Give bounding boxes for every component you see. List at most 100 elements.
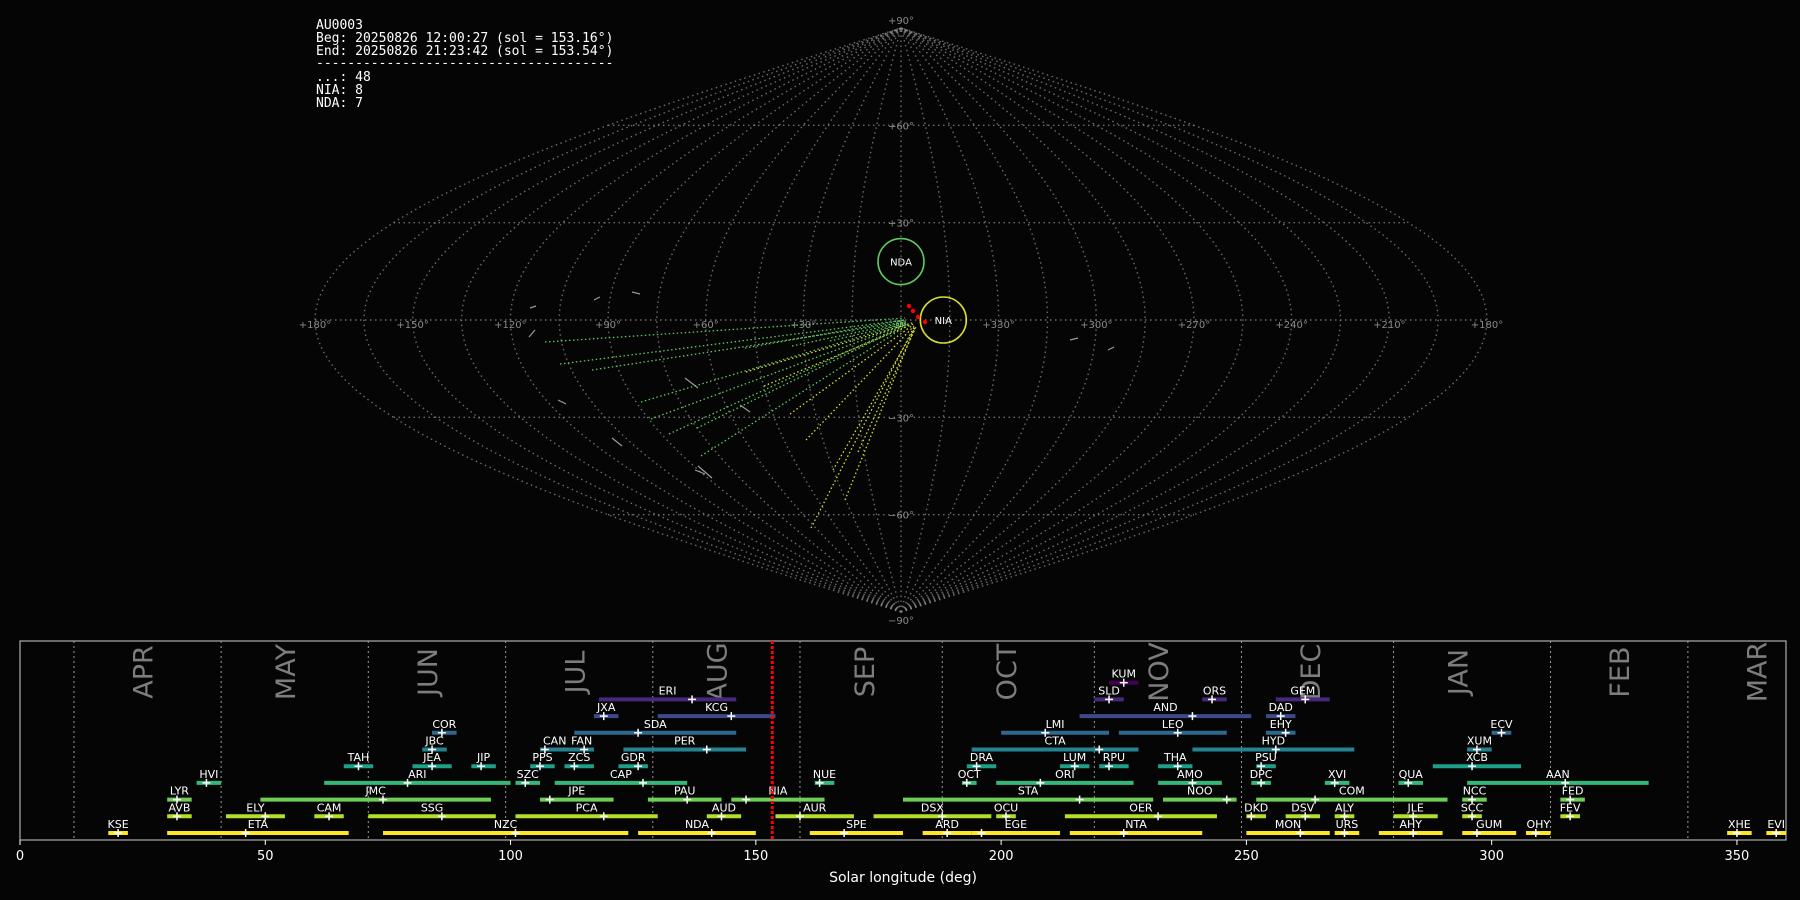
latitude-tick-label: +90° (888, 16, 914, 27)
longitude-tick-label: +30° (790, 320, 816, 331)
radiant-label-nda: NDA (890, 258, 912, 269)
shower-label: ZCS (568, 751, 590, 764)
longitude-tick-label: +60° (693, 320, 719, 331)
longitude-tick-label: +210° (1373, 320, 1405, 331)
station-info: AU0003 Beg: 20250826 12:00:27 (sol = 153… (316, 18, 613, 111)
shower-label: ARI (408, 768, 426, 781)
x-axis-label: Solar longitude (deg) (829, 870, 977, 886)
shower-label: XHE (1728, 818, 1751, 831)
shower-label: OER (1129, 801, 1153, 814)
shower-label: ELY (246, 801, 265, 814)
nia-meteor-trail (857, 326, 917, 453)
month-label-mar: MAR (1743, 642, 1774, 703)
longitude-tick-label: +180° (1471, 320, 1503, 331)
unassociated-meteor-trail (557, 399, 567, 405)
shower-label: GDR (621, 751, 646, 764)
shower-label: DPC (1250, 768, 1273, 781)
shower-label: URS (1336, 818, 1359, 831)
month-label-oct: OCT (992, 643, 1023, 700)
unassociated-meteor-trail (529, 305, 537, 309)
shower-label: ALY (1335, 801, 1354, 814)
shower-label: XVI (1328, 768, 1346, 781)
shower-label: CAN (543, 735, 566, 748)
shower-label: ORS (1203, 684, 1226, 697)
shower-label: KSE (108, 818, 129, 831)
shower-label: MON (1275, 818, 1301, 831)
shower-label: EGE (1005, 818, 1027, 831)
longitude-tick-label: +240° (1275, 320, 1307, 331)
nda-meteor-trail (696, 324, 907, 429)
month-label-jul: JUL (560, 651, 591, 696)
sun-marker (906, 303, 912, 309)
shower-label: LEO (1162, 718, 1184, 731)
nda-meteor-trail (700, 324, 909, 457)
shower-label: AND (1153, 701, 1177, 714)
shower-label: STA (1018, 785, 1039, 798)
nia-meteor-trail (745, 322, 913, 373)
shower-label: NOO (1187, 785, 1213, 798)
shower-label: OCT (958, 768, 981, 781)
shower-label: XCB (1466, 751, 1488, 764)
longitude-tick-label: +330° (982, 320, 1014, 331)
unassociated-meteor-trail (611, 437, 623, 447)
shower-label: DSX (921, 801, 944, 814)
month-label-feb: FEB (1605, 646, 1636, 697)
latitude-tick-label: −90° (888, 616, 914, 627)
shower-label: CAM (317, 801, 342, 814)
shower-label: JLE (1406, 801, 1423, 814)
month-label-apr: APR (129, 645, 160, 699)
longitude-tick-label: +90° (595, 320, 621, 331)
shower-label: OHY (1526, 818, 1550, 831)
count-nda: NDA: 7 (316, 96, 363, 111)
shower-label: LYR (170, 785, 189, 798)
latitude-tick-label: −30° (888, 413, 914, 424)
shower-label: HVI (199, 768, 218, 781)
shower-label: LMI (1046, 718, 1065, 731)
shower-label: CTA (1045, 735, 1067, 748)
shower-label: KUM (1112, 668, 1136, 681)
shower-label: PAU (674, 785, 696, 798)
month-label-nov: NOV (1144, 642, 1175, 702)
shower-label: FED (1562, 785, 1584, 798)
radiant-label-nia: NIA (935, 316, 952, 327)
shower-label: AUD (712, 801, 736, 814)
unassociated-meteor-trail (593, 296, 601, 301)
shower-label: SPE (846, 818, 867, 831)
month-label-jan: JAN (1443, 649, 1474, 697)
x-tick-label: 50 (257, 849, 274, 864)
shower-label: DAD (1269, 701, 1293, 714)
unassociated-meteor-trail (1069, 337, 1079, 341)
shower-label: ERI (659, 684, 677, 697)
meteor-radiant-chart: AU0003 Beg: 20250826 12:00:27 (sol = 153… (16, 16, 1787, 886)
x-tick-label: 150 (743, 849, 768, 864)
meridian-line (607, 27, 902, 613)
shower-label: QUA (1399, 768, 1424, 781)
sun-marker (910, 308, 916, 314)
shower-label: ARD (935, 818, 959, 831)
longitude-tick-label: +300° (1080, 320, 1112, 331)
shower-label: NUE (813, 768, 836, 781)
latitude-tick-label: +60° (888, 121, 914, 132)
x-tick-label: 0 (16, 849, 24, 864)
nia-meteor-trail (763, 323, 914, 387)
shower-label: NCC (1463, 785, 1487, 798)
shower-label: PSU (1255, 751, 1277, 764)
shower-label: NDA (685, 818, 710, 831)
shower-label: AAN (1546, 768, 1570, 781)
shower-label: HYD (1262, 735, 1285, 748)
sky-map: +180° +150° +120° +90° +60° +30° 0° +330° +300° +… (299, 16, 1503, 627)
shower-label: GUM (1476, 818, 1502, 831)
shower-label: JPE (567, 785, 585, 798)
shower-label: JEA (422, 751, 441, 764)
unassociated-meteor-trail (528, 329, 536, 338)
shower-label: ECV (1490, 718, 1513, 731)
latitude-tick-label: +30° (888, 219, 914, 230)
shower-label: DSV (1291, 801, 1314, 814)
sun-marker (915, 314, 921, 320)
unassociated-meteor-trail (631, 291, 641, 295)
shower-label: RPU (1103, 751, 1125, 764)
x-tick-label: 200 (989, 849, 1014, 864)
shower-label: AHY (1399, 818, 1422, 831)
x-tick-label: 100 (498, 849, 523, 864)
x-tick-label: 350 (1725, 849, 1750, 864)
